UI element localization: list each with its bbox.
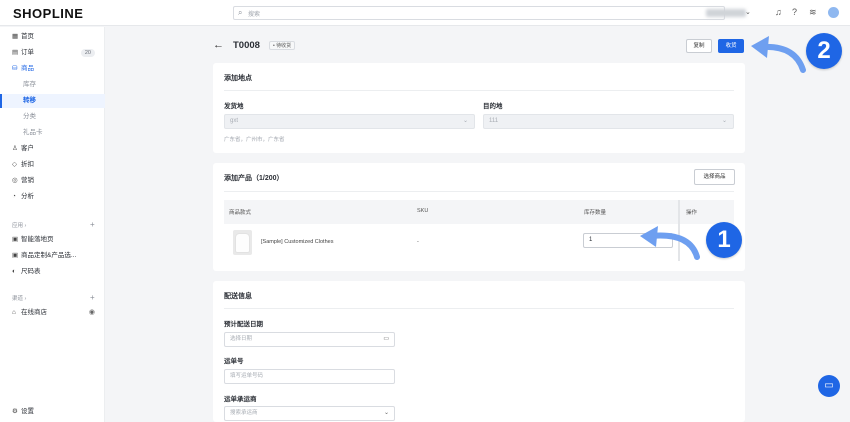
tracking-number-label: 运单号 bbox=[224, 358, 244, 365]
receive-button[interactable]: 收货 bbox=[718, 39, 744, 53]
sidebar-item-products[interactable]: ⛁ 商品 bbox=[0, 62, 105, 76]
add-channel-icon[interactable]: + bbox=[90, 293, 95, 302]
sidebar-item-online-store[interactable]: ⌂ 在线商店 ◉ bbox=[0, 306, 105, 320]
shopline-logo[interactable]: SHOPLINE bbox=[13, 6, 83, 21]
user-icon: ♙ bbox=[12, 145, 18, 152]
shipping-card: 配送信息 预计配送日期 选择日期 ▭ 运单号 填写运单号码 运单承运商 搜索承运商… bbox=[213, 281, 745, 422]
apps-group-label: 应用 › + bbox=[12, 220, 95, 229]
sidebar-item-settings[interactable]: ⚙ 设置 bbox=[0, 405, 105, 419]
sidebar-item-home[interactable]: ▦ 首页 bbox=[0, 30, 105, 44]
sidebar-item-gift-cards[interactable]: 礼品卡 bbox=[0, 126, 105, 140]
divider bbox=[224, 90, 734, 91]
origin-select[interactable]: gxt ⌄ bbox=[224, 114, 475, 129]
divider bbox=[224, 308, 734, 309]
help-icon[interactable]: ? bbox=[792, 7, 797, 17]
calendar-icon: ▭ bbox=[383, 336, 389, 342]
column-header: 库存数量 bbox=[584, 210, 607, 216]
orders-count-badge: 20 bbox=[80, 49, 95, 57]
gear-icon: ⚙ bbox=[12, 408, 18, 415]
sidebar-item-marketing[interactable]: ◎ 营销 bbox=[0, 174, 105, 188]
arrowhead bbox=[751, 36, 769, 58]
product-thumbnail bbox=[233, 230, 252, 255]
carrier-label: 运单承运商 bbox=[224, 396, 257, 403]
sidebar-item-transfers[interactable]: 转移 bbox=[0, 94, 105, 108]
sticky-column-divider bbox=[678, 200, 680, 261]
chevron-down-icon: ⌄ bbox=[383, 410, 389, 416]
sidebar-item-orders[interactable]: ▤ 订单 20 bbox=[0, 46, 105, 60]
sidebar-item-analytics[interactable]: ◔ 分析 bbox=[0, 190, 105, 204]
marketing-icon: ◎ bbox=[12, 177, 18, 184]
order-icon: ▤ bbox=[12, 49, 19, 56]
delivery-date-input[interactable]: 选择日期 ▭ bbox=[224, 332, 395, 347]
store-name-blurred[interactable] bbox=[706, 9, 746, 17]
location-card: 添加地点 发货地 gxt ⌄ 广东省，广州市，广东省 目的地 111 ⌄ bbox=[213, 63, 745, 153]
chevron-down-icon[interactable]: ⌄ bbox=[745, 8, 751, 16]
bag-icon: ⛁ bbox=[12, 65, 18, 72]
tracking-number-input[interactable]: 填写运单号码 bbox=[224, 369, 395, 384]
search-input[interactable]: ⌕ 搜索 bbox=[233, 6, 725, 20]
callout-badge: 1 bbox=[706, 222, 742, 258]
shipping-title: 配送信息 bbox=[224, 293, 252, 300]
tag-icon: ◇ bbox=[12, 161, 17, 168]
store-icon: ⌂ bbox=[12, 309, 16, 316]
page-title: T0008 bbox=[233, 40, 260, 51]
app-icon: ▣ bbox=[12, 252, 19, 259]
wifi-icon[interactable]: ≋ bbox=[809, 7, 817, 18]
select-products-button[interactable]: 选择商品 bbox=[694, 169, 735, 185]
carrier-select[interactable]: 搜索承运商 ⌄ bbox=[224, 406, 395, 421]
chat-icon[interactable]: ▭ bbox=[818, 375, 840, 397]
search-icon: ⌕ bbox=[238, 8, 243, 17]
sidebar-item-categories[interactable]: 分类 bbox=[0, 110, 105, 124]
column-header: 操作 bbox=[686, 210, 698, 216]
app-icon: ▣ bbox=[12, 236, 19, 243]
search-placeholder: 搜索 bbox=[248, 12, 261, 18]
sidebar-item-customers[interactable]: ♙ 客户 bbox=[0, 142, 105, 156]
products-card: 添加产品（1/200） 选择商品 商品款式 SKU 库存数量 操作 [Sampl… bbox=[213, 163, 745, 271]
arrow-to-receive bbox=[759, 43, 806, 73]
avatar[interactable] bbox=[828, 7, 839, 18]
sidebar-item-inventory[interactable]: 库存 bbox=[0, 78, 105, 92]
column-header: 商品款式 bbox=[229, 210, 252, 216]
home-icon: ▦ bbox=[12, 33, 19, 40]
copy-button[interactable]: 复制 bbox=[686, 39, 712, 53]
product-sku: - bbox=[417, 239, 419, 245]
sidebar: ▦ 首页 ▤ 订单 20 ⛁ 商品 库存 转移 分类 礼品卡 ♙ 客户 ◇ 折扣 ◎ 营销 ◔… bbox=[0, 27, 105, 422]
analytics-icon: ◔ bbox=[12, 193, 16, 200]
sidebar-item-product-customizer[interactable]: ▣ 商品定制&产品选... bbox=[0, 249, 105, 263]
column-header: SKU bbox=[417, 208, 429, 214]
products-title: 添加产品（1/200） bbox=[224, 175, 284, 182]
product-name[interactable]: [Sample] Customized Clothes bbox=[261, 239, 333, 245]
bell-icon[interactable]: ♫ bbox=[775, 7, 782, 17]
eye-icon[interactable]: ◉ bbox=[89, 306, 95, 320]
destination-label: 目的地 bbox=[483, 103, 503, 110]
origin-address: 广东省，广州市，广东省 bbox=[224, 137, 285, 143]
quantity-input[interactable]: 1 bbox=[583, 233, 673, 248]
chevron-down-icon: ⌄ bbox=[721, 118, 727, 124]
top-bar: SHOPLINE ⌕ 搜索 ⌄ ♫ ? ≋ bbox=[0, 0, 850, 26]
sidebar-item-landing-page[interactable]: ▣ 智能落地页 bbox=[0, 233, 105, 247]
products-table-header: 商品款式 SKU 库存数量 操作 bbox=[224, 200, 734, 224]
origin-label: 发货地 bbox=[224, 103, 244, 110]
divider bbox=[224, 191, 734, 192]
page-header: ← T0008 • 待收货 复制 收货 bbox=[213, 38, 745, 54]
location-title: 添加地点 bbox=[224, 75, 252, 82]
sidebar-item-size-chart[interactable]: ◐ 尺码表 bbox=[0, 265, 105, 279]
status-badge: • 待收货 bbox=[269, 41, 296, 50]
delivery-date-label: 预计配送日期 bbox=[224, 321, 263, 328]
channels-group-label: 渠道 › + bbox=[12, 293, 95, 302]
callout-badge: 2 bbox=[806, 33, 842, 69]
add-app-icon[interactable]: + bbox=[90, 220, 95, 229]
destination-select[interactable]: 111 ⌄ bbox=[483, 114, 734, 129]
app-icon: ◐ bbox=[12, 268, 16, 275]
back-arrow-icon[interactable]: ← bbox=[213, 39, 224, 51]
sidebar-item-discounts[interactable]: ◇ 折扣 bbox=[0, 158, 105, 172]
chevron-down-icon: ⌄ bbox=[462, 118, 468, 124]
